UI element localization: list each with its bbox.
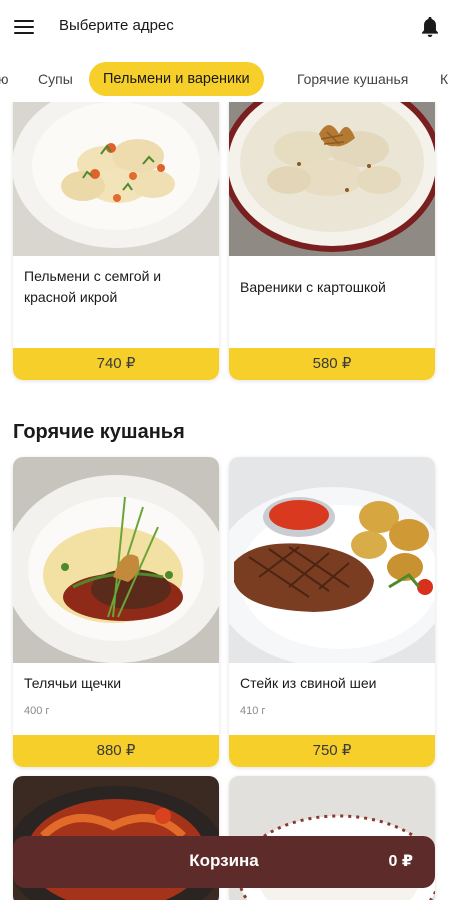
product-card[interactable]: Телячьи щечки 400 г 880 ₽ (13, 457, 219, 767)
tab-partial-left[interactable]: ю (0, 62, 9, 96)
cart-button[interactable]: Корзина 0 ₽ (13, 836, 435, 888)
product-name: Пельмени с семгой и красной икрой (24, 268, 162, 305)
cart-total: 0 ₽ (388, 853, 413, 870)
product-weight: 400 г (24, 705, 50, 717)
price-button[interactable]: 740 ₽ (13, 348, 219, 380)
address-selector[interactable]: Выберите адрес (59, 17, 174, 34)
menu-content[interactable]: Пельмени с семгой и красной икрой 740 ₽ … (0, 102, 450, 900)
product-weight: 410 г (240, 705, 266, 717)
veal-cheeks-photo (13, 457, 219, 663)
product-card[interactable]: Стейк из свиной шеи 410 г 750 ₽ (229, 457, 435, 767)
top-bar: Выберите адрес (0, 0, 450, 56)
menu-icon[interactable] (14, 17, 36, 37)
tab-partial-right[interactable]: К (440, 62, 448, 96)
category-tabs: ю Супы Пельмени и вареники Горячие кушан… (0, 58, 450, 102)
tab-pelmeni[interactable]: Пельмени и вареники (89, 62, 264, 96)
price-button[interactable]: 880 ₽ (13, 735, 219, 767)
vareniki-photo (229, 102, 435, 256)
dumplings-salmon-photo (13, 102, 219, 256)
product-card[interactable]: Вареники с картошкой 580 ₽ (229, 102, 435, 380)
product-name: Стейк из свиной шеи (240, 675, 377, 691)
price-button[interactable]: 580 ₽ (229, 348, 435, 380)
pork-steak-photo (229, 457, 435, 663)
cart-label: Корзина (189, 851, 259, 870)
tab-hot-dishes[interactable]: Горячие кушанья (297, 62, 408, 96)
product-card[interactable]: Пельмени с семгой и красной икрой 740 ₽ (13, 102, 219, 380)
price-button[interactable]: 750 ₽ (229, 735, 435, 767)
product-name: Телячьи щечки (24, 675, 122, 691)
bell-icon[interactable] (419, 15, 441, 39)
section-title-hot-dishes: Горячие кушанья (13, 421, 185, 443)
product-name: Вареники с картошкой (240, 279, 386, 295)
tab-soups[interactable]: Супы (38, 62, 73, 96)
